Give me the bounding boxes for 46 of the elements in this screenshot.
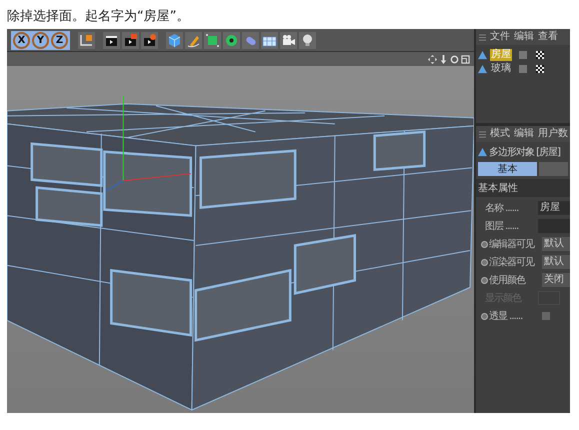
- pen-icon[interactable]: [185, 32, 202, 48]
- axis-button[interactable]: Z: [51, 32, 68, 48]
- menu-icon[interactable]: [479, 34, 486, 40]
- coordinate-icon[interactable]: [78, 32, 95, 48]
- keyframe-dot[interactable]: [481, 258, 488, 266]
- menu-item[interactable]: 查看: [538, 31, 558, 43]
- object-name[interactable]: 玻璃: [490, 63, 512, 75]
- property-label: 渲染器可见: [489, 256, 536, 269]
- checkbox[interactable]: [542, 312, 550, 320]
- axis-button[interactable]: Y: [32, 32, 49, 48]
- property-label: 图层 ......: [485, 220, 520, 233]
- object-title: 多边形对象 [房屋]: [489, 146, 560, 159]
- section-header: 基本属性: [476, 179, 570, 197]
- menu-item[interactable]: 文件: [490, 31, 510, 43]
- axis-button[interactable]: X: [13, 32, 30, 48]
- menu-item[interactable]: 用户数: [538, 128, 568, 140]
- move-icon[interactable]: [428, 54, 437, 64]
- axis-gizmo[interactable]: [106, 95, 192, 192]
- maximize-icon[interactable]: [461, 54, 470, 64]
- property-label: 名称 ......: [485, 202, 520, 215]
- text-field[interactable]: 房屋: [538, 201, 570, 215]
- polygon-object-icon: [478, 148, 487, 156]
- grid-floor-icon[interactable]: [261, 32, 278, 48]
- property-label: 透显 ......: [489, 310, 524, 323]
- menu-item[interactable]: 模式: [490, 128, 510, 140]
- tab[interactable]: 基本: [478, 162, 537, 176]
- keyframe-dot[interactable]: [481, 276, 488, 284]
- clapboard-icon[interactable]: [103, 32, 120, 48]
- arrow-icon[interactable]: [439, 54, 448, 64]
- keyframe-dot[interactable]: [481, 240, 488, 248]
- property-label: 使用颜色: [489, 274, 526, 287]
- property-label: 编辑器可见: [489, 238, 536, 251]
- dropdown[interactable]: 关闭: [542, 273, 570, 287]
- keyframe-dot[interactable]: [481, 312, 488, 320]
- dropdown[interactable]: 默认: [542, 237, 570, 251]
- rotate-icon[interactable]: [450, 54, 459, 64]
- menu-item[interactable]: 编辑: [514, 128, 534, 140]
- clapboard-icon[interactable]: [141, 32, 158, 48]
- camera-icon[interactable]: [280, 32, 297, 48]
- light-bulb-icon[interactable]: [299, 32, 316, 48]
- dropdown[interactable]: 默认: [542, 255, 570, 269]
- caption-text: 除掉选择面。起名字为“房屋”。: [6, 8, 190, 26]
- clapboard-icon[interactable]: [122, 32, 139, 48]
- menu-icon[interactable]: [479, 130, 486, 138]
- text-field[interactable]: [538, 219, 570, 233]
- menu-item[interactable]: 编辑: [514, 31, 534, 43]
